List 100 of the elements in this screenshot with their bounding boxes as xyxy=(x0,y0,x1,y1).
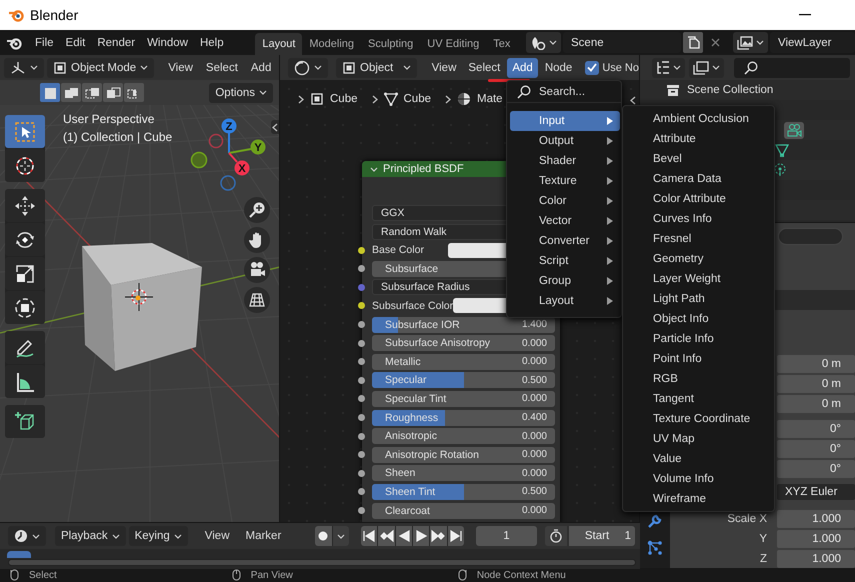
scene-name-field[interactable]: Scene xyxy=(563,32,681,53)
menu-item[interactable]: Tangent xyxy=(623,389,774,409)
new-scene-button[interactable] xyxy=(683,32,703,53)
outliner-item[interactable]: Scene Collection xyxy=(640,80,780,100)
location-field[interactable]: 0 m xyxy=(777,374,855,393)
socket-dot[interactable] xyxy=(358,302,365,310)
menu-item[interactable]: Object Info xyxy=(623,309,774,329)
sidebar-toggle-button[interactable] xyxy=(271,120,279,134)
menu-item[interactable]: Marker xyxy=(240,526,288,546)
axis-handle[interactable]: Y xyxy=(250,140,266,154)
keying-set-dropdown[interactable] xyxy=(332,526,350,546)
node-slider[interactable]: Sheen 0.000 xyxy=(372,465,555,482)
filter-button[interactable] xyxy=(689,58,724,78)
select-mode-button[interactable] xyxy=(124,83,144,102)
particles-tab[interactable] xyxy=(647,540,663,556)
menu-item[interactable]: Select xyxy=(463,58,506,78)
menu-item[interactable]: Light Path xyxy=(623,289,774,309)
workspace-tab[interactable]: Modeling xyxy=(302,33,362,55)
menu-dropdown[interactable]: Keying xyxy=(128,526,188,546)
menu-item[interactable]: Bevel xyxy=(623,149,774,169)
axis-handle[interactable]: X xyxy=(234,160,250,176)
location-field[interactable]: 0 m xyxy=(777,354,855,373)
next-keyframe-button[interactable] xyxy=(430,526,447,546)
perspective-toggle-button[interactable] xyxy=(244,287,270,313)
menu-item[interactable]: Attribute xyxy=(623,129,774,149)
use-nodes-checkbox[interactable]: Use No xyxy=(585,60,639,74)
socket-dot[interactable] xyxy=(358,451,365,458)
node-slider[interactable]: Subsurface Anisotropy 0.000 xyxy=(372,335,555,352)
axis-handle[interactable] xyxy=(190,152,208,168)
start-frame-field[interactable]: Start 1 xyxy=(568,526,635,546)
socket-dot[interactable] xyxy=(358,265,365,272)
location-field[interactable]: 0 m xyxy=(777,394,855,413)
menu-item[interactable]: Layer Weight xyxy=(623,269,774,289)
menu-item[interactable]: Add xyxy=(507,58,538,78)
menu-item[interactable]: Particle Info xyxy=(623,329,774,349)
menu-item[interactable]: Select xyxy=(200,58,243,78)
menu-item[interactable]: Node xyxy=(540,58,578,78)
menu-item[interactable]: RGB xyxy=(623,369,774,389)
node-slider[interactable]: Clearcoat 0.000 xyxy=(372,502,555,518)
socket-dot[interactable] xyxy=(358,470,365,477)
menu-item[interactable]: Fresnel xyxy=(623,229,774,249)
play-button[interactable] xyxy=(412,526,430,546)
socket-dot[interactable] xyxy=(358,488,365,496)
editor-type-button[interactable] xyxy=(4,58,44,78)
menu-item[interactable]: View xyxy=(163,58,198,78)
node-slider[interactable]: Specular 0.500 xyxy=(372,372,555,388)
node-slider[interactable]: Anisotropic 0.000 xyxy=(372,428,555,444)
workspace-tab[interactable]: UV Editing xyxy=(420,33,486,55)
menu-item[interactable]: View xyxy=(426,58,462,78)
scene-selector-button[interactable] xyxy=(526,32,561,53)
camera-view-button[interactable] xyxy=(244,257,270,283)
editor-type-button[interactable] xyxy=(8,526,46,546)
menu-item[interactable]: Window xyxy=(141,32,194,52)
menu-item[interactable]: Geometry xyxy=(623,249,774,269)
scale-field[interactable]: 1.000 xyxy=(777,550,855,568)
menu-item[interactable]: Volume Info xyxy=(623,469,774,489)
jump-end-button[interactable] xyxy=(448,526,464,546)
axis-handle[interactable] xyxy=(220,175,236,191)
rotation-field[interactable]: 0° xyxy=(777,420,855,438)
menu-item[interactable]: View xyxy=(198,526,236,546)
socket-dot[interactable] xyxy=(358,376,365,384)
previous-keyframe-button[interactable] xyxy=(378,526,395,546)
editor-type-button[interactable] xyxy=(288,58,328,78)
scale-tool[interactable] xyxy=(5,257,45,290)
transform-tool[interactable] xyxy=(5,291,45,324)
annotate-tool[interactable] xyxy=(5,331,45,364)
modifier-tab[interactable] xyxy=(647,513,663,529)
menu-item[interactable]: Input xyxy=(510,111,620,131)
socket-dot[interactable] xyxy=(358,321,365,328)
node-slider[interactable]: Metallic 0.000 xyxy=(372,354,555,370)
preview-range-button[interactable] xyxy=(544,526,567,546)
node-slider[interactable]: Roughness 0.400 xyxy=(372,410,555,426)
menu-item[interactable]: Shader xyxy=(510,151,620,171)
zoom-button[interactable] xyxy=(244,197,270,223)
socket-dot[interactable] xyxy=(358,358,365,366)
rotation-field[interactable]: 0° xyxy=(777,440,855,458)
axis-handle[interactable]: Z xyxy=(222,118,236,134)
rotation-mode-dropdown[interactable]: XYZ Euler xyxy=(777,484,855,500)
menu-item[interactable]: Output xyxy=(510,131,620,151)
node-slider[interactable]: Sheen Tint 0.500 xyxy=(372,484,555,500)
workspace-tab[interactable]: Tex xyxy=(486,33,518,55)
rotate-tool[interactable] xyxy=(5,223,45,256)
menu-item[interactable]: File xyxy=(29,32,60,52)
move-tool[interactable] xyxy=(5,189,45,222)
pan-button[interactable] xyxy=(244,227,270,253)
socket-dot[interactable] xyxy=(358,414,365,422)
record-button[interactable] xyxy=(315,526,332,546)
menu-dropdown[interactable]: Playback xyxy=(54,526,126,546)
scale-field[interactable]: 1.000 xyxy=(777,510,855,528)
jump-start-button[interactable] xyxy=(361,526,378,546)
menu-item[interactable]: Edit xyxy=(60,32,92,52)
socket-dot[interactable] xyxy=(358,507,365,514)
menu-item[interactable]: Point Info xyxy=(623,349,774,369)
menu-item[interactable]: Value xyxy=(623,449,774,469)
shader-type-dropdown[interactable]: Object xyxy=(336,58,417,78)
view-layer-field[interactable]: ViewLayer xyxy=(770,32,855,53)
node-slider[interactable]: Anisotropic Rotation 0.000 xyxy=(372,446,555,463)
socket-dot[interactable] xyxy=(358,340,365,347)
workspace-tab[interactable]: Sculpting xyxy=(361,33,420,55)
menu-item[interactable]: Color Attribute xyxy=(623,189,774,209)
